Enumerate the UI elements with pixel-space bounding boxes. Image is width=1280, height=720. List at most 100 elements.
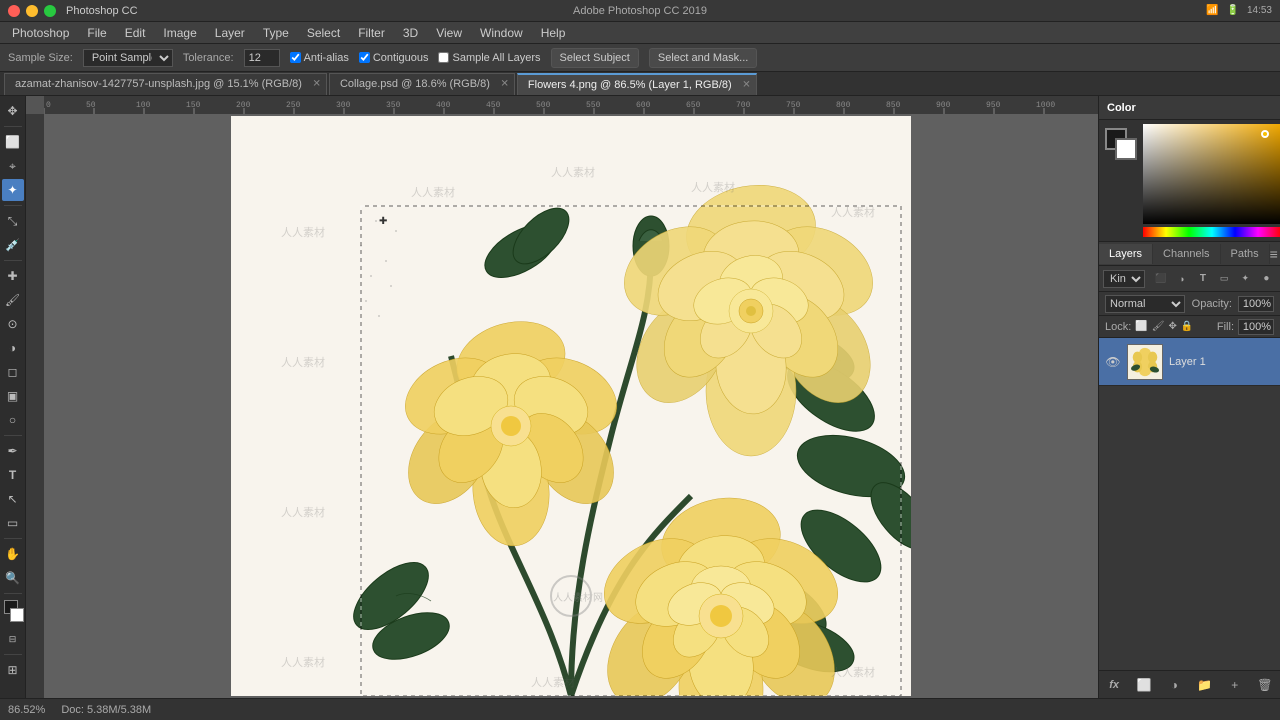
kind-filter-select[interactable]: Kind [1103,270,1145,288]
svg-text:1000: 1000 [1036,101,1055,110]
sample-size-select[interactable]: Point Sample 3 by 3 Average 5 by 5 Avera… [83,49,173,67]
magic-wand-tool[interactable]: ✦ [2,179,24,201]
contiguous-checkbox[interactable]: Contiguous [359,52,429,64]
lock-transparent-icon[interactable]: ⬜ [1135,321,1147,332]
opacity-input[interactable] [1238,296,1274,312]
lock-image-icon[interactable]: 🖌 [1152,321,1165,332]
panel-menu-button[interactable]: ≡ [1270,246,1278,262]
main-layout: ✥ ⬜ ⌖ ✦ ⤡ 💉 ✚ 🖌 ⊙ ◑ ◻ ▣ ○ ✒ T ↖ ▭ ✋ 🔍 ⊟ … [0,96,1280,698]
anti-alias-checkbox[interactable]: Anti-alias [290,52,349,64]
filter-toggle[interactable]: ● [1257,269,1276,289]
filter-adjustment-icon[interactable]: ◑ [1172,269,1191,289]
marquee-tool[interactable]: ⬜ [2,131,24,153]
pen-tool[interactable]: ✒ [2,440,24,462]
tab-1[interactable]: azamat-zhanisov-1427757-unsplash.jpg @ 1… [4,73,327,95]
crop-tool[interactable]: ⤡ [2,210,24,232]
lock-row: Lock: ⬜ 🖌 ✥ 🔒 Fill: [1099,316,1280,338]
menu-image[interactable]: Image [155,24,204,42]
layer-mask-button[interactable]: ⬜ [1134,675,1154,695]
healing-tool[interactable]: ✚ [2,265,24,287]
screen-mode-tool[interactable]: ⊞ [2,659,24,681]
menu-file[interactable]: File [79,24,114,42]
close-button[interactable] [8,5,20,17]
menu-3d[interactable]: 3D [395,24,426,42]
traffic-lights [8,5,56,17]
blend-mode-select[interactable]: Normal Multiply Screen Overlay [1105,295,1185,313]
history-brush-tool[interactable]: ◑ [2,337,24,359]
fill-input[interactable] [1238,319,1274,335]
layer-fx-button[interactable]: fx [1104,675,1124,695]
menu-view[interactable]: View [428,24,470,42]
svg-text:300: 300 [336,101,351,110]
filter-pixel-icon[interactable]: ⬛ [1151,269,1170,289]
menu-type[interactable]: Type [255,24,297,42]
svg-text:550: 550 [586,101,601,110]
svg-text:人人素材: 人人素材 [551,165,595,179]
svg-text:人人素材: 人人素材 [281,505,325,519]
sample-all-layers-checkbox[interactable]: Sample All Layers [438,52,540,64]
select-mask-button[interactable]: Select and Mask... [649,48,758,68]
eyedropper-tool[interactable]: 💉 [2,234,24,256]
brush-tool[interactable]: 🖌 [2,289,24,311]
maximize-button[interactable] [44,5,56,17]
layer-group-button[interactable]: 📁 [1195,675,1215,695]
filter-smart-icon[interactable]: ✦ [1236,269,1255,289]
svg-text:950: 950 [986,101,1001,110]
tab-3-close[interactable]: ✕ [742,79,750,90]
background-color[interactable] [10,608,24,622]
tab-paths[interactable]: Paths [1221,244,1270,264]
zoom-tool[interactable]: 🔍 [2,567,24,589]
color-tab[interactable]: Color [1107,102,1136,114]
menu-layer[interactable]: Layer [207,24,253,42]
move-tool[interactable]: ✥ [2,100,24,122]
shape-tool[interactable]: ▭ [2,512,24,534]
select-subject-button[interactable]: Select Subject [551,48,639,68]
layer-visibility-1[interactable]: 👁 [1105,354,1121,370]
menu-help[interactable]: Help [533,24,574,42]
gradient-tool[interactable]: ▣ [2,385,24,407]
background-swatch[interactable] [1115,138,1137,160]
tab-1-close[interactable]: ✕ [313,79,321,90]
menu-window[interactable]: Window [472,24,531,42]
svg-text:800: 800 [836,101,851,110]
layer-new-button[interactable]: + [1225,675,1245,695]
menu-filter[interactable]: Filter [350,24,393,42]
svg-text:人人素材: 人人素材 [281,355,325,369]
lock-all-icon[interactable]: 🔒 [1181,321,1193,332]
tab-2[interactable]: Collage.psd @ 18.6% (RGB/8) ✕ [329,73,515,95]
menu-edit[interactable]: Edit [117,24,154,42]
layer-item-1[interactable]: 👁 [1099,338,1280,386]
svg-text:500: 500 [536,101,551,110]
canvas-inner[interactable]: 人人素材 人人素材 人人素材 人人素材 人人素材 人人素材 人人素材 人人素材 … [44,114,1098,698]
layer-adjustment-button[interactable]: ◑ [1164,675,1184,695]
tab-3[interactable]: Flowers 4.png @ 86.5% (Layer 1, RGB/8) ✕ [517,73,757,95]
hand-tool[interactable]: ✋ [2,543,24,565]
layer-delete-button[interactable]: 🗑 [1255,675,1275,695]
dodge-tool[interactable]: ○ [2,409,24,431]
tab-layers[interactable]: Layers [1099,244,1153,264]
eraser-tool[interactable]: ◻ [2,361,24,383]
svg-text:0: 0 [46,101,51,110]
filter-type-icon[interactable]: T [1193,269,1212,289]
color-panel-header: Color [1099,96,1280,120]
path-select-tool[interactable]: ↖ [2,488,24,510]
tolerance-input[interactable] [244,49,280,67]
type-tool[interactable]: T [2,464,24,486]
canvas-area[interactable]: 0 50 100 150 200 250 300 350 400 [26,96,1098,698]
lock-position-icon[interactable]: ✥ [1168,321,1176,332]
tab-2-close[interactable]: ✕ [501,79,509,90]
quick-mask-tool[interactable]: ⊟ [2,628,24,650]
color-gradient-picker[interactable] [1143,124,1280,224]
title-bar: Photoshop CC Adobe Photoshop CC 2019 📶 🔋… [0,0,1280,22]
menu-photoshop[interactable]: Photoshop [4,24,77,42]
svg-text:人人素材: 人人素材 [281,655,325,669]
tab-channels[interactable]: Channels [1153,244,1220,264]
minimize-button[interactable] [26,5,38,17]
filter-shape-icon[interactable]: ▭ [1215,269,1234,289]
svg-text:✚: ✚ [379,216,387,227]
stamp-tool[interactable]: ⊙ [2,313,24,335]
layer-name-1: Layer 1 [1169,356,1206,368]
lasso-tool[interactable]: ⌖ [2,155,24,177]
menu-select[interactable]: Select [299,24,348,42]
hue-slider[interactable] [1143,227,1280,237]
